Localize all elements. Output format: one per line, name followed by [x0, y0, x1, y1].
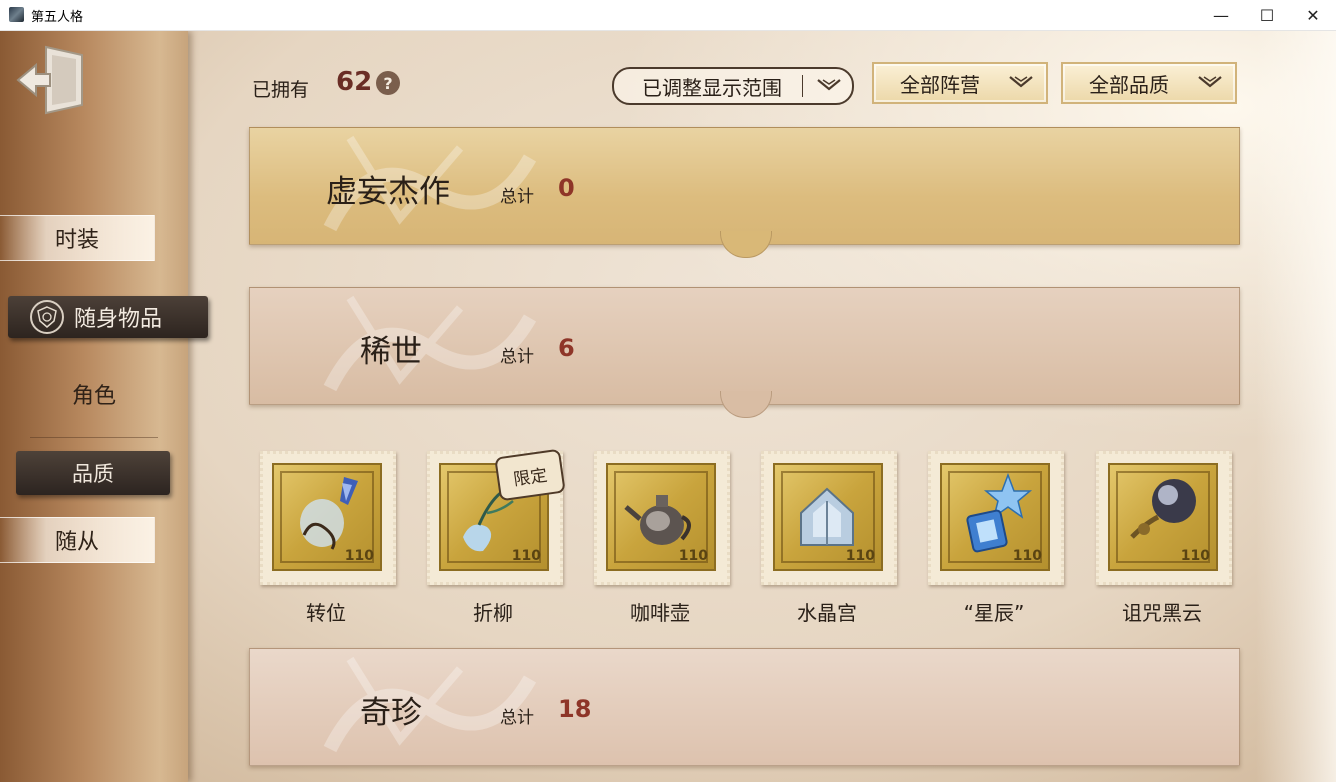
- tab-character[interactable]: 角色: [0, 374, 188, 414]
- app-icon: [9, 7, 24, 22]
- category-name: 虚妄杰作: [326, 174, 450, 210]
- item-stamp: 110: [594, 451, 730, 585]
- item-card[interactable]: 110 转位: [256, 451, 396, 625]
- item-name: 水晶宫: [797, 601, 857, 625]
- minimize-button[interactable]: —: [1198, 0, 1244, 30]
- limited-badge: 限定: [494, 448, 566, 502]
- item-name: 折柳: [473, 601, 513, 625]
- category-banner-illusory[interactable]: 虚妄杰作 总计 0: [249, 127, 1240, 258]
- window-title: 第五人格: [31, 10, 84, 25]
- item-stamp: 110: [761, 451, 897, 585]
- star-lantern-icon: [966, 473, 1033, 553]
- stamp-number: 110: [344, 548, 374, 564]
- tab-character-label: 角色: [71, 384, 116, 409]
- item-card[interactable]: 110 限定 折柳: [423, 448, 566, 625]
- stamp-number: 110: [678, 548, 708, 564]
- help-icon[interactable]: ?: [376, 71, 400, 95]
- sidebar-divider: [30, 437, 158, 438]
- exit-door-icon: [16, 45, 83, 115]
- close-button[interactable]: ✕: [1290, 0, 1336, 30]
- tab-accessories-label: 随身物品: [74, 307, 163, 332]
- item-card[interactable]: 110 诅咒黑云: [1092, 451, 1232, 625]
- crystal-palace-icon: [800, 487, 854, 546]
- dropdown-separator: [802, 75, 803, 97]
- category-banner-treasure[interactable]: 奇珍 总计 18: [249, 648, 1240, 766]
- chevron-down-icon: [1198, 76, 1222, 88]
- faction-dropdown[interactable]: 全部阵营: [872, 62, 1048, 104]
- stamp-number: 110: [511, 548, 541, 564]
- banner-notch: [720, 391, 772, 418]
- coffee-pot-icon: [624, 495, 691, 545]
- accessory-emblem-icon: [30, 300, 64, 334]
- quality-label: 全部品质: [1089, 72, 1169, 97]
- item-card[interactable]: 110 水晶宫: [757, 451, 897, 625]
- stamp-number: 110: [845, 548, 875, 564]
- tab-fashion-label: 时装: [54, 228, 99, 253]
- window-titlebar: 第五人格 — ☐ ✕: [0, 0, 1336, 31]
- item-stamp: 110: [260, 451, 396, 585]
- item-card[interactable]: 110 咖啡壶: [590, 451, 730, 625]
- item-stamp: 110: [1096, 451, 1232, 585]
- tab-follower[interactable]: 随从: [0, 517, 155, 563]
- category-banner-rare[interactable]: 稀世 总计 6: [249, 287, 1240, 418]
- sidebar: 时装 随身物品 角色 品质 随从: [0, 31, 208, 782]
- banner-notch: [720, 231, 772, 258]
- item-stamp: 110: [928, 451, 1064, 585]
- tab-quality[interactable]: 品质: [16, 451, 170, 495]
- tab-fashion[interactable]: 时装: [0, 215, 155, 261]
- cursed-orb-icon: [1130, 479, 1196, 539]
- exit-button[interactable]: [16, 43, 88, 117]
- display-range-label: 已调整显示范围: [642, 75, 782, 100]
- total-count: 0: [558, 174, 575, 202]
- faction-label: 全部阵营: [900, 72, 980, 97]
- total-count: 18: [558, 695, 592, 723]
- category-name: 奇珍: [360, 695, 422, 731]
- stamp-number: 110: [1180, 548, 1210, 564]
- tab-accessories[interactable]: 随身物品: [8, 296, 208, 338]
- quality-dropdown[interactable]: 全部品质: [1061, 62, 1237, 104]
- total-count: 6: [558, 334, 575, 362]
- stamp-number: 110: [1012, 548, 1042, 564]
- tab-quality-label: 品质: [72, 462, 114, 486]
- chevron-down-icon: [817, 79, 841, 91]
- item-name: 诅咒黑云: [1122, 601, 1202, 625]
- game-viewport: 时装 随身物品 角色 品质 随从 已拥有 62 ? 已调整显示范围 全部阵营 全…: [0, 31, 1336, 782]
- item-name: “星辰”: [963, 601, 1025, 625]
- item-name: 转位: [306, 601, 346, 625]
- tab-follower-label: 随从: [54, 530, 99, 555]
- wand-crystal-icon: [300, 477, 358, 550]
- maximize-button[interactable]: ☐: [1244, 0, 1290, 30]
- owned-label: 已拥有: [252, 79, 310, 101]
- item-name: 咖啡壶: [630, 601, 690, 625]
- total-label: 总计: [500, 347, 534, 367]
- total-label: 总计: [500, 708, 534, 728]
- total-label: 总计: [500, 187, 534, 207]
- chevron-down-icon: [1009, 76, 1033, 88]
- item-card[interactable]: 110 “星辰”: [924, 451, 1064, 625]
- owned-count: 62: [336, 67, 373, 97]
- category-name: 稀世: [360, 334, 422, 370]
- display-range-dropdown[interactable]: 已调整显示范围: [612, 67, 854, 105]
